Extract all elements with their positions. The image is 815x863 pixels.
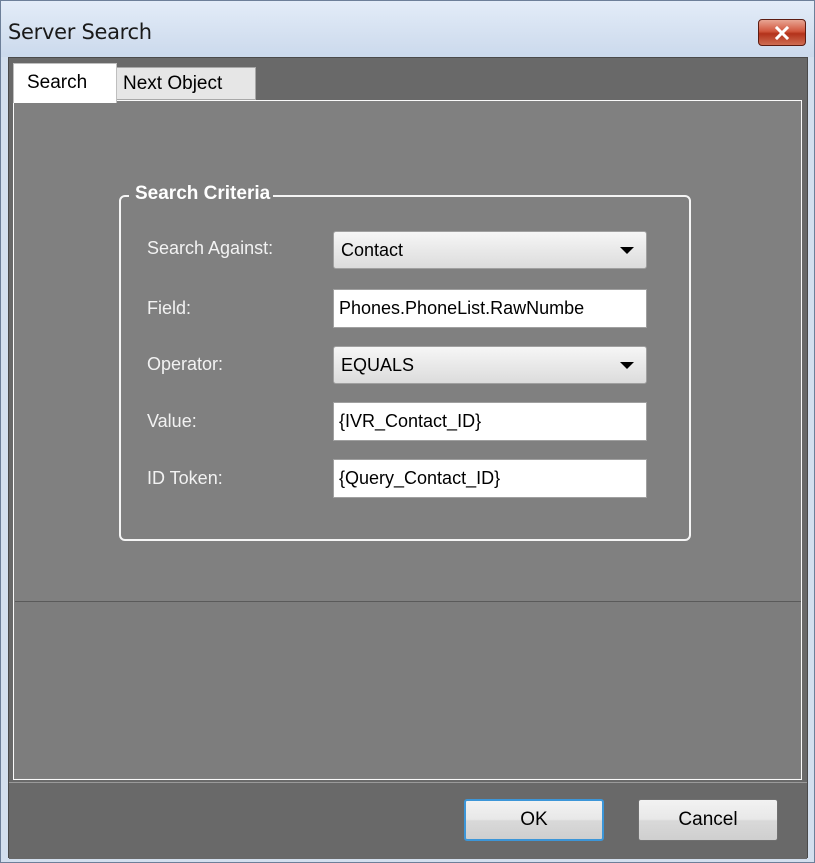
field-input[interactable]: Phones.PhoneList.RawNumbe (333, 289, 647, 328)
chevron-down-icon (620, 247, 634, 254)
title-bar[interactable]: Server Search (1, 1, 814, 57)
operator-dropdown[interactable]: EQUALS (333, 346, 647, 384)
window-title: Server Search (8, 20, 152, 44)
tab-search[interactable]: Search (13, 63, 117, 103)
page-lower-panel (15, 602, 801, 778)
operator-label: Operator: (147, 354, 224, 374)
operator-value: EQUALS (341, 355, 415, 375)
id-token-label: ID Token: (147, 468, 223, 488)
group-title: Search Criteria (129, 183, 274, 205)
value-label: Value: (147, 411, 197, 431)
close-button[interactable] (758, 19, 806, 46)
button-bar: OK Cancel (9, 782, 807, 859)
chevron-down-icon (620, 362, 634, 369)
search-criteria-group: Search Criteria Search Against: Contact … (119, 183, 691, 541)
field-label: Field: (147, 298, 192, 318)
search-against-label: Search Against: (147, 238, 274, 258)
cancel-button[interactable]: Cancel (638, 799, 778, 841)
server-search-dialog: Server Search Search Next Object Search … (0, 0, 815, 863)
tab-strip: Search Next Object (9, 58, 807, 103)
ok-button[interactable]: OK (464, 799, 604, 841)
id-token-input[interactable]: {Query_Contact_ID} (333, 459, 647, 498)
dialog-client-area: Search Next Object Search Criteria Searc… (8, 57, 808, 859)
value-input[interactable]: {IVR_Contact_ID} (333, 402, 647, 441)
search-tab-page: Search Criteria Search Against: Contact … (13, 100, 802, 780)
search-against-value: Contact (341, 240, 404, 260)
search-against-dropdown[interactable]: Contact (333, 231, 647, 269)
tab-next-object[interactable]: Next Object (116, 67, 256, 100)
close-x-icon (774, 25, 790, 40)
